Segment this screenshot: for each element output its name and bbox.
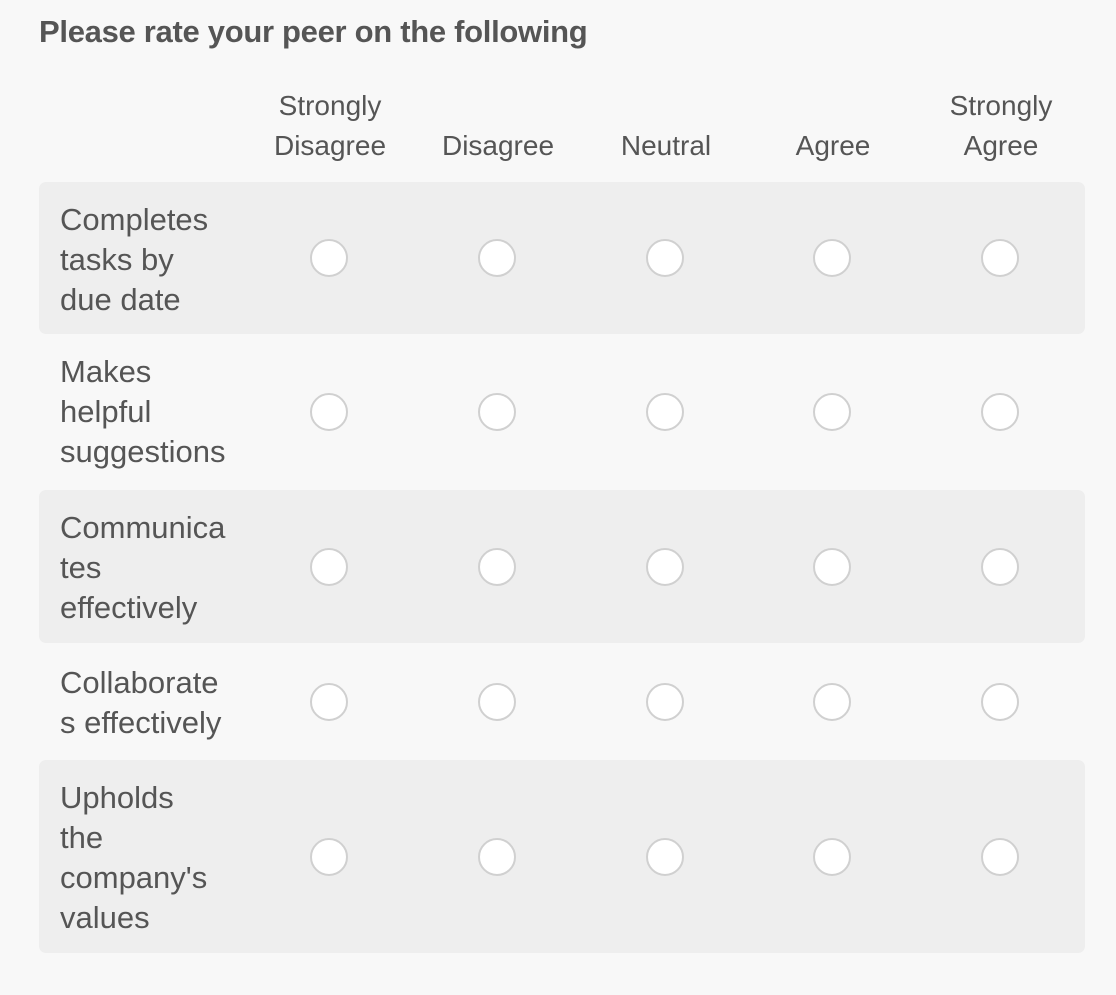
radio-disagree[interactable] [478, 837, 516, 876]
matrix-row: Collaborate s effectively [39, 643, 1085, 760]
radio-neutral[interactable] [646, 682, 684, 721]
row-label-line: values [60, 900, 150, 935]
radio-neutral[interactable] [646, 547, 684, 586]
row-label-line: Upholds [60, 780, 174, 815]
column-header-line: Agree [795, 130, 871, 161]
row-label-line: tes [60, 550, 102, 585]
radio-neutral[interactable] [646, 837, 684, 876]
radio-strongly-disagree[interactable] [310, 837, 348, 876]
row-label-line: Collaborate [60, 665, 219, 700]
radio-strongly-disagree[interactable] [310, 547, 348, 586]
column-header-neutral: Neutral [582, 86, 750, 166]
radio-agree[interactable] [813, 547, 851, 586]
column-header-line: Strongly [949, 90, 1053, 121]
column-header-disagree: Disagree [414, 86, 582, 166]
column-header-line: Disagree [441, 130, 555, 161]
row-label: Makes helpful suggestions [60, 352, 240, 472]
row-label-line: Communica [60, 510, 226, 545]
row-label-line: company's [60, 860, 208, 895]
column-header-strongly-disagree: Strongly Disagree [246, 86, 414, 166]
row-label-line: Makes [60, 354, 152, 389]
row-label: Communica tes effectively [60, 508, 240, 628]
column-header-line: Disagree [273, 130, 387, 161]
radio-agree[interactable] [813, 239, 851, 277]
radio-disagree[interactable] [478, 239, 516, 277]
radio-disagree[interactable] [478, 393, 516, 431]
radio-strongly-disagree[interactable] [310, 393, 348, 431]
row-label-line: effectively [60, 590, 198, 625]
radio-strongly-agree[interactable] [981, 393, 1019, 431]
radio-disagree[interactable] [478, 682, 516, 721]
radio-strongly-disagree[interactable] [310, 239, 348, 277]
row-label-line: s effectively [60, 705, 222, 740]
question-title: Please rate your peer on the following [39, 14, 588, 49]
row-label-line: tasks by [60, 242, 174, 277]
column-header-line: Agree [963, 130, 1039, 161]
column-header-strongly-agree: Strongly Agree [917, 86, 1085, 166]
column-header-line: Strongly [278, 90, 382, 121]
radio-agree[interactable] [813, 682, 851, 721]
matrix-row: Completes tasks by due date [39, 182, 1085, 334]
row-label-line: suggestions [60, 434, 226, 469]
row-label: Collaborate s effectively [60, 663, 240, 743]
radio-neutral[interactable] [646, 239, 684, 277]
column-header-line: Neutral [620, 130, 712, 161]
radio-disagree[interactable] [478, 547, 516, 586]
radio-neutral[interactable] [646, 393, 684, 431]
matrix-row: Communica tes effectively [39, 490, 1085, 643]
row-label-line: the [60, 820, 104, 855]
row-label: Completes tasks by due date [60, 200, 240, 320]
radio-agree[interactable] [813, 837, 851, 876]
radio-strongly-agree[interactable] [981, 837, 1019, 876]
radio-strongly-agree[interactable] [981, 682, 1019, 721]
row-label-line: Completes [60, 202, 209, 237]
row-label-line: helpful [60, 394, 152, 429]
row-label: Upholds the company's values [60, 778, 240, 938]
radio-strongly-disagree[interactable] [310, 682, 348, 721]
radio-strongly-agree[interactable] [981, 547, 1019, 586]
matrix-row: Makes helpful suggestions [39, 334, 1085, 490]
column-header-agree: Agree [749, 86, 917, 166]
row-label-line: due date [60, 282, 181, 317]
radio-strongly-agree[interactable] [981, 239, 1019, 277]
matrix-row: Upholds the company's values [39, 760, 1085, 953]
radio-agree[interactable] [813, 393, 851, 431]
